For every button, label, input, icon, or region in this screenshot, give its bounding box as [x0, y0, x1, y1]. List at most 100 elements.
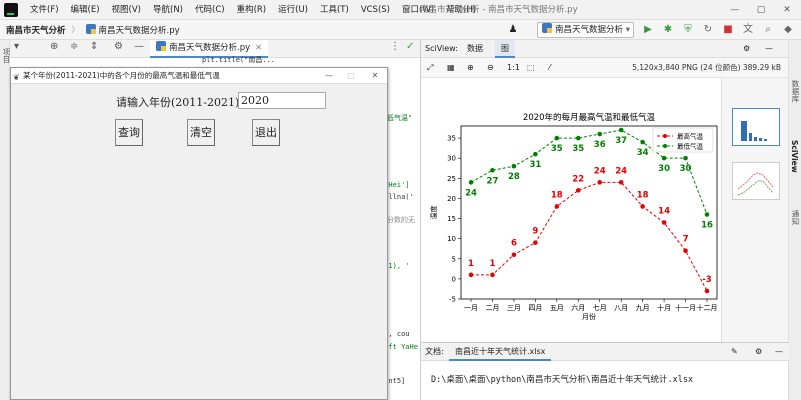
data-label: 9: [532, 227, 538, 237]
series-line: [471, 181, 708, 292]
search-icon[interactable]: ⌕: [760, 22, 776, 38]
data-label: 28: [508, 172, 520, 182]
data-label: 18: [551, 190, 563, 200]
fit-screen-icon[interactable]: ⬚: [527, 58, 535, 78]
y-tick-label: 10: [447, 235, 456, 243]
data-label: 35: [572, 144, 584, 154]
edit-icon[interactable]: ✎: [731, 343, 738, 361]
tk-maximize-icon[interactable]: ▢: [341, 68, 361, 84]
zoom-out-icon[interactable]: ⊖: [487, 58, 494, 78]
year-input[interactable]: 2020: [238, 92, 326, 109]
actual-size-label[interactable]: 1:1: [507, 58, 520, 78]
data-point: [511, 163, 517, 169]
hide-icon[interactable]: —: [765, 40, 773, 58]
sciview-tool-label[interactable]: SciView: [790, 140, 799, 173]
data-point: [661, 155, 667, 161]
legend-label: 最低气温: [677, 142, 704, 151]
tab-plots[interactable]: 图: [495, 40, 515, 58]
doc-tab[interactable]: 南昌近十年天气统计.xlsx: [449, 343, 552, 361]
menu-run[interactable]: 运行(U): [272, 0, 314, 20]
data-point: [704, 288, 710, 294]
hide-icon[interactable]: —: [775, 343, 783, 361]
notifications-tool-label[interactable]: 通知: [790, 210, 801, 225]
code-line: plt.title("南昌...: [202, 56, 276, 64]
data-point: [640, 139, 645, 145]
close-window-icon[interactable]: ✕: [774, 0, 800, 20]
doc-label: 文档:: [425, 347, 444, 356]
hide-icon[interactable]: —: [134, 41, 144, 52]
y-tick-label: -5: [449, 296, 456, 304]
menu-vcs[interactable]: VCS(S): [355, 0, 396, 20]
stop-icon[interactable]: ■: [720, 22, 736, 38]
coverage-icon[interactable]: ⛨: [680, 22, 696, 38]
gear-icon[interactable]: ⚙: [743, 40, 750, 58]
run-icon[interactable]: ▶: [640, 22, 656, 38]
tk-title: 某个年份(2011-2021)中的各个月份的最高气温和最低气温: [23, 71, 220, 80]
grid-icon[interactable]: ▦: [447, 58, 455, 78]
data-point: [554, 204, 560, 209]
x-tick-label: 九月: [636, 303, 650, 312]
breadcrumb-file[interactable]: 南昌天气数据分析.py: [80, 23, 186, 36]
run-config-label: 南昌天气数据分析: [555, 25, 624, 35]
tab-data[interactable]: 数据: [467, 40, 483, 58]
data-point: [618, 180, 624, 185]
menu-tools[interactable]: 工具(T): [314, 0, 355, 20]
menu-code[interactable]: 代码(C): [189, 0, 231, 20]
plot-area: 2020年的每月最高气温和最低气温 -5 0 5 10 15 20 25 30 35 一月 二月 三月四…: [421, 78, 721, 324]
menu-bar: 文件(F) 编辑(E) 视图(V) 导航(N) 代码(C) 重构(R) 运行(U…: [0, 0, 801, 20]
data-label: 6: [511, 239, 517, 249]
gear-icon[interactable]: ⚙: [114, 41, 123, 52]
fit-icon[interactable]: ⤢: [427, 58, 433, 78]
menu-view[interactable]: 视图(V): [106, 0, 147, 20]
exit-button[interactable]: 退出: [252, 119, 280, 146]
data-label: 18: [637, 190, 649, 200]
sciview-toolbar: ⤢ ▦ ⊕ ⊖ 1:1 ⬚ ⁄ 5,120x3,840 PNG (24 位颜色)…: [421, 58, 789, 78]
menu-file[interactable]: 文件(F): [24, 0, 65, 20]
data-label: 24: [615, 166, 627, 176]
database-tool-label[interactable]: 数据库: [790, 80, 801, 103]
data-point: [468, 272, 474, 278]
project-view-icon[interactable]: ▾: [14, 41, 19, 52]
translate-icon[interactable]: 文: [740, 22, 756, 38]
pycharm-logo-icon: [4, 2, 18, 17]
minimize-icon[interactable]: —: [722, 0, 748, 20]
year-prompt: 请输入年份(2011-2021):: [116, 96, 243, 109]
gear-icon[interactable]: ⚙: [755, 343, 762, 361]
y-tick-label: 0: [452, 275, 456, 283]
breadcrumb-project[interactable]: 南昌市天气分析: [0, 24, 72, 36]
tk-minimize-icon[interactable]: —: [319, 68, 339, 84]
expand-icon[interactable]: ⇕: [90, 41, 98, 52]
locate-icon[interactable]: ⊕: [50, 41, 58, 52]
tk-close-icon[interactable]: ✕: [365, 68, 385, 84]
documentation-panel: 文档: 南昌近十年天气统计.xlsx ✎ ⚙ — D:\桌面\桌面\python…: [420, 342, 789, 400]
zoom-in-icon[interactable]: ⊕: [467, 58, 474, 78]
x-tick-label: 十一月: [675, 303, 696, 312]
data-point: [511, 252, 517, 258]
maximize-icon[interactable]: ▢: [748, 0, 774, 20]
x-tick-label: 一月: [464, 304, 478, 312]
thumbnail-line-chart[interactable]: [732, 162, 780, 200]
run-config-select[interactable]: 南昌天气数据分析 ▾: [537, 22, 634, 38]
user-icon[interactable]: ♟: [505, 22, 521, 38]
data-label: 31: [529, 160, 541, 170]
jetbrains-icon[interactable]: ◆: [780, 22, 796, 38]
debug-icon[interactable]: ✱: [660, 22, 676, 38]
close-tab-icon[interactable]: ✕: [255, 43, 262, 53]
chevron-right-icon: 〉: [71, 25, 80, 34]
clear-button[interactable]: 清空: [187, 119, 215, 146]
data-label: 24: [594, 166, 606, 176]
query-button[interactable]: 查询: [115, 119, 143, 146]
x-tick-label: 十二月: [697, 303, 718, 312]
thumbnail-bar-chart[interactable]: [732, 108, 780, 146]
sciview-header: SciView: 数据 图 ⚙ —: [421, 40, 789, 58]
color-picker-icon[interactable]: ⁄: [549, 58, 550, 78]
menu-navigate[interactable]: 导航(N): [147, 0, 189, 20]
collapse-icon[interactable]: ≑: [70, 41, 78, 52]
data-label: 27: [487, 176, 499, 186]
profile-icon[interactable]: ↻: [700, 22, 716, 38]
menu-edit[interactable]: 编辑(E): [65, 0, 106, 20]
menu-refactor[interactable]: 重构(R): [231, 0, 273, 20]
x-tick-label: 十月: [657, 303, 671, 312]
more-tabs-icon[interactable]: ⋮: [390, 41, 400, 52]
data-point: [597, 131, 603, 137]
